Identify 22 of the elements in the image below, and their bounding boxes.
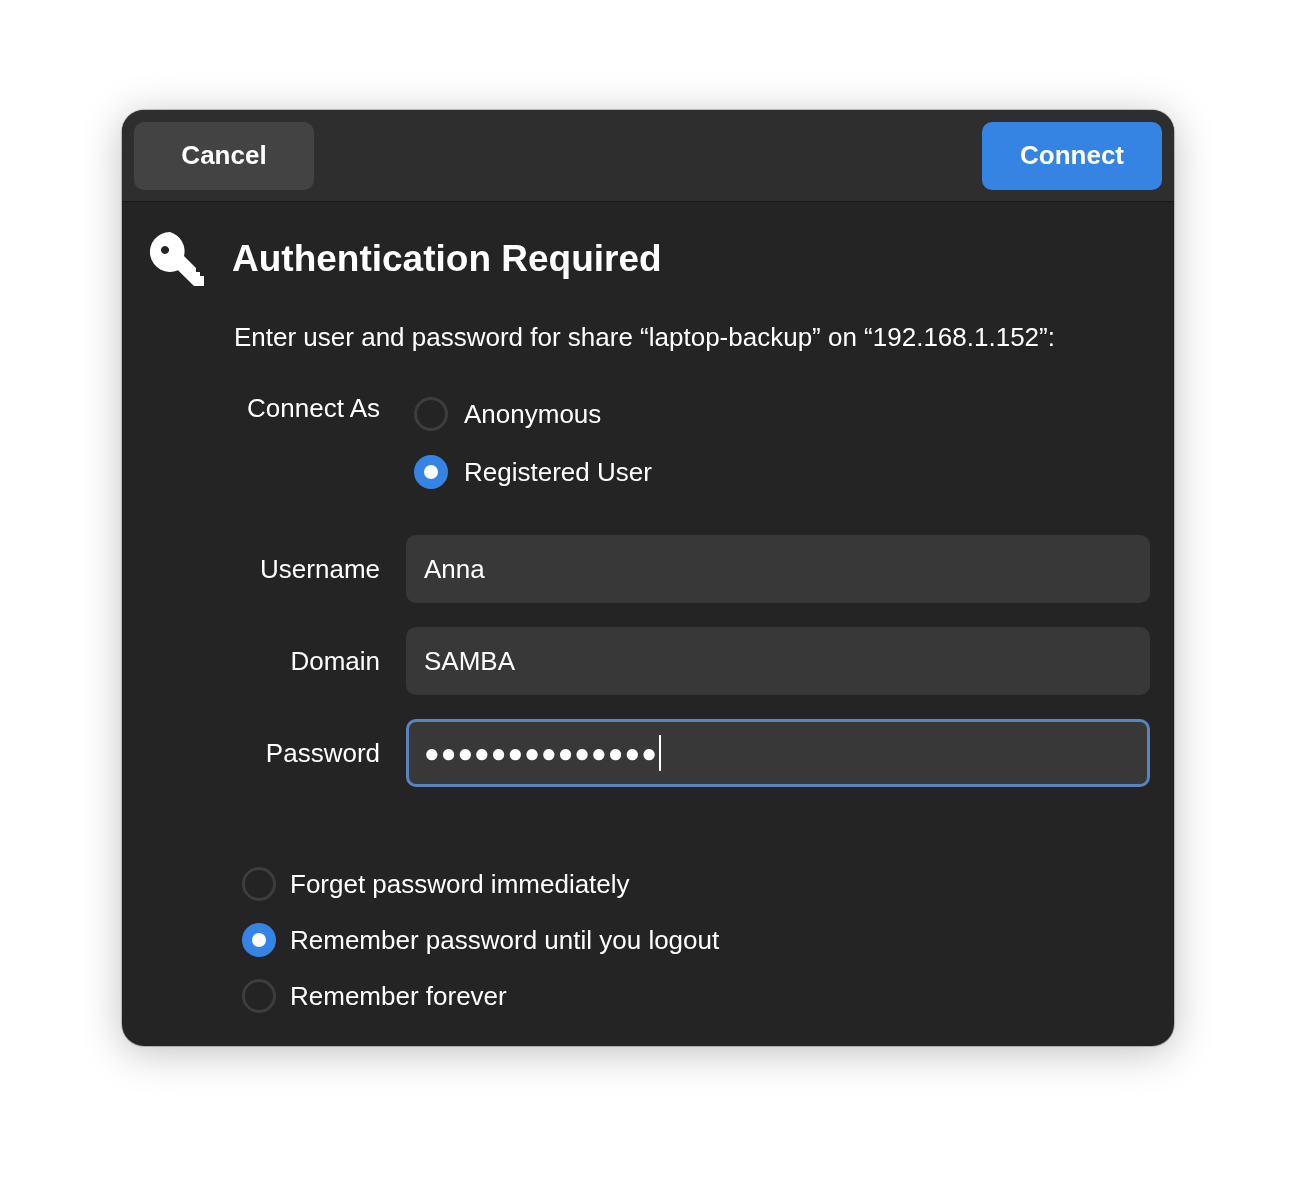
option-label: Remember forever bbox=[290, 980, 507, 1012]
option-label: Remember password until you logout bbox=[290, 924, 720, 956]
field-label: Username bbox=[260, 553, 380, 585]
dialog-title: Authentication Required bbox=[232, 238, 662, 280]
cancel-button[interactable]: Cancel bbox=[134, 121, 314, 190]
key-icon bbox=[148, 230, 206, 288]
radio-button[interactable] bbox=[242, 867, 276, 901]
radio-button[interactable] bbox=[414, 455, 448, 489]
radio-button[interactable] bbox=[414, 397, 448, 431]
option-label: Forget password immediately bbox=[290, 868, 630, 900]
input-field[interactable]: ●●●●●●●●●●●●●● bbox=[406, 719, 1150, 787]
input-field[interactable]: Anna bbox=[406, 535, 1150, 603]
field-label: Password bbox=[265, 737, 380, 769]
connect-button[interactable]: Connect bbox=[982, 121, 1162, 190]
option-label: Anonymous bbox=[464, 398, 602, 430]
radio-button[interactable] bbox=[242, 979, 276, 1013]
option-label: Registered User bbox=[464, 456, 652, 488]
field-label: Connect As bbox=[247, 393, 380, 424]
message-text: Enter user and password for share “laptop-backup” on “192.168.1.152”: bbox=[234, 322, 1056, 353]
radio-button[interactable] bbox=[242, 923, 276, 957]
input-field[interactable]: SAMBA bbox=[406, 627, 1150, 695]
field-label: Domain bbox=[290, 645, 380, 677]
